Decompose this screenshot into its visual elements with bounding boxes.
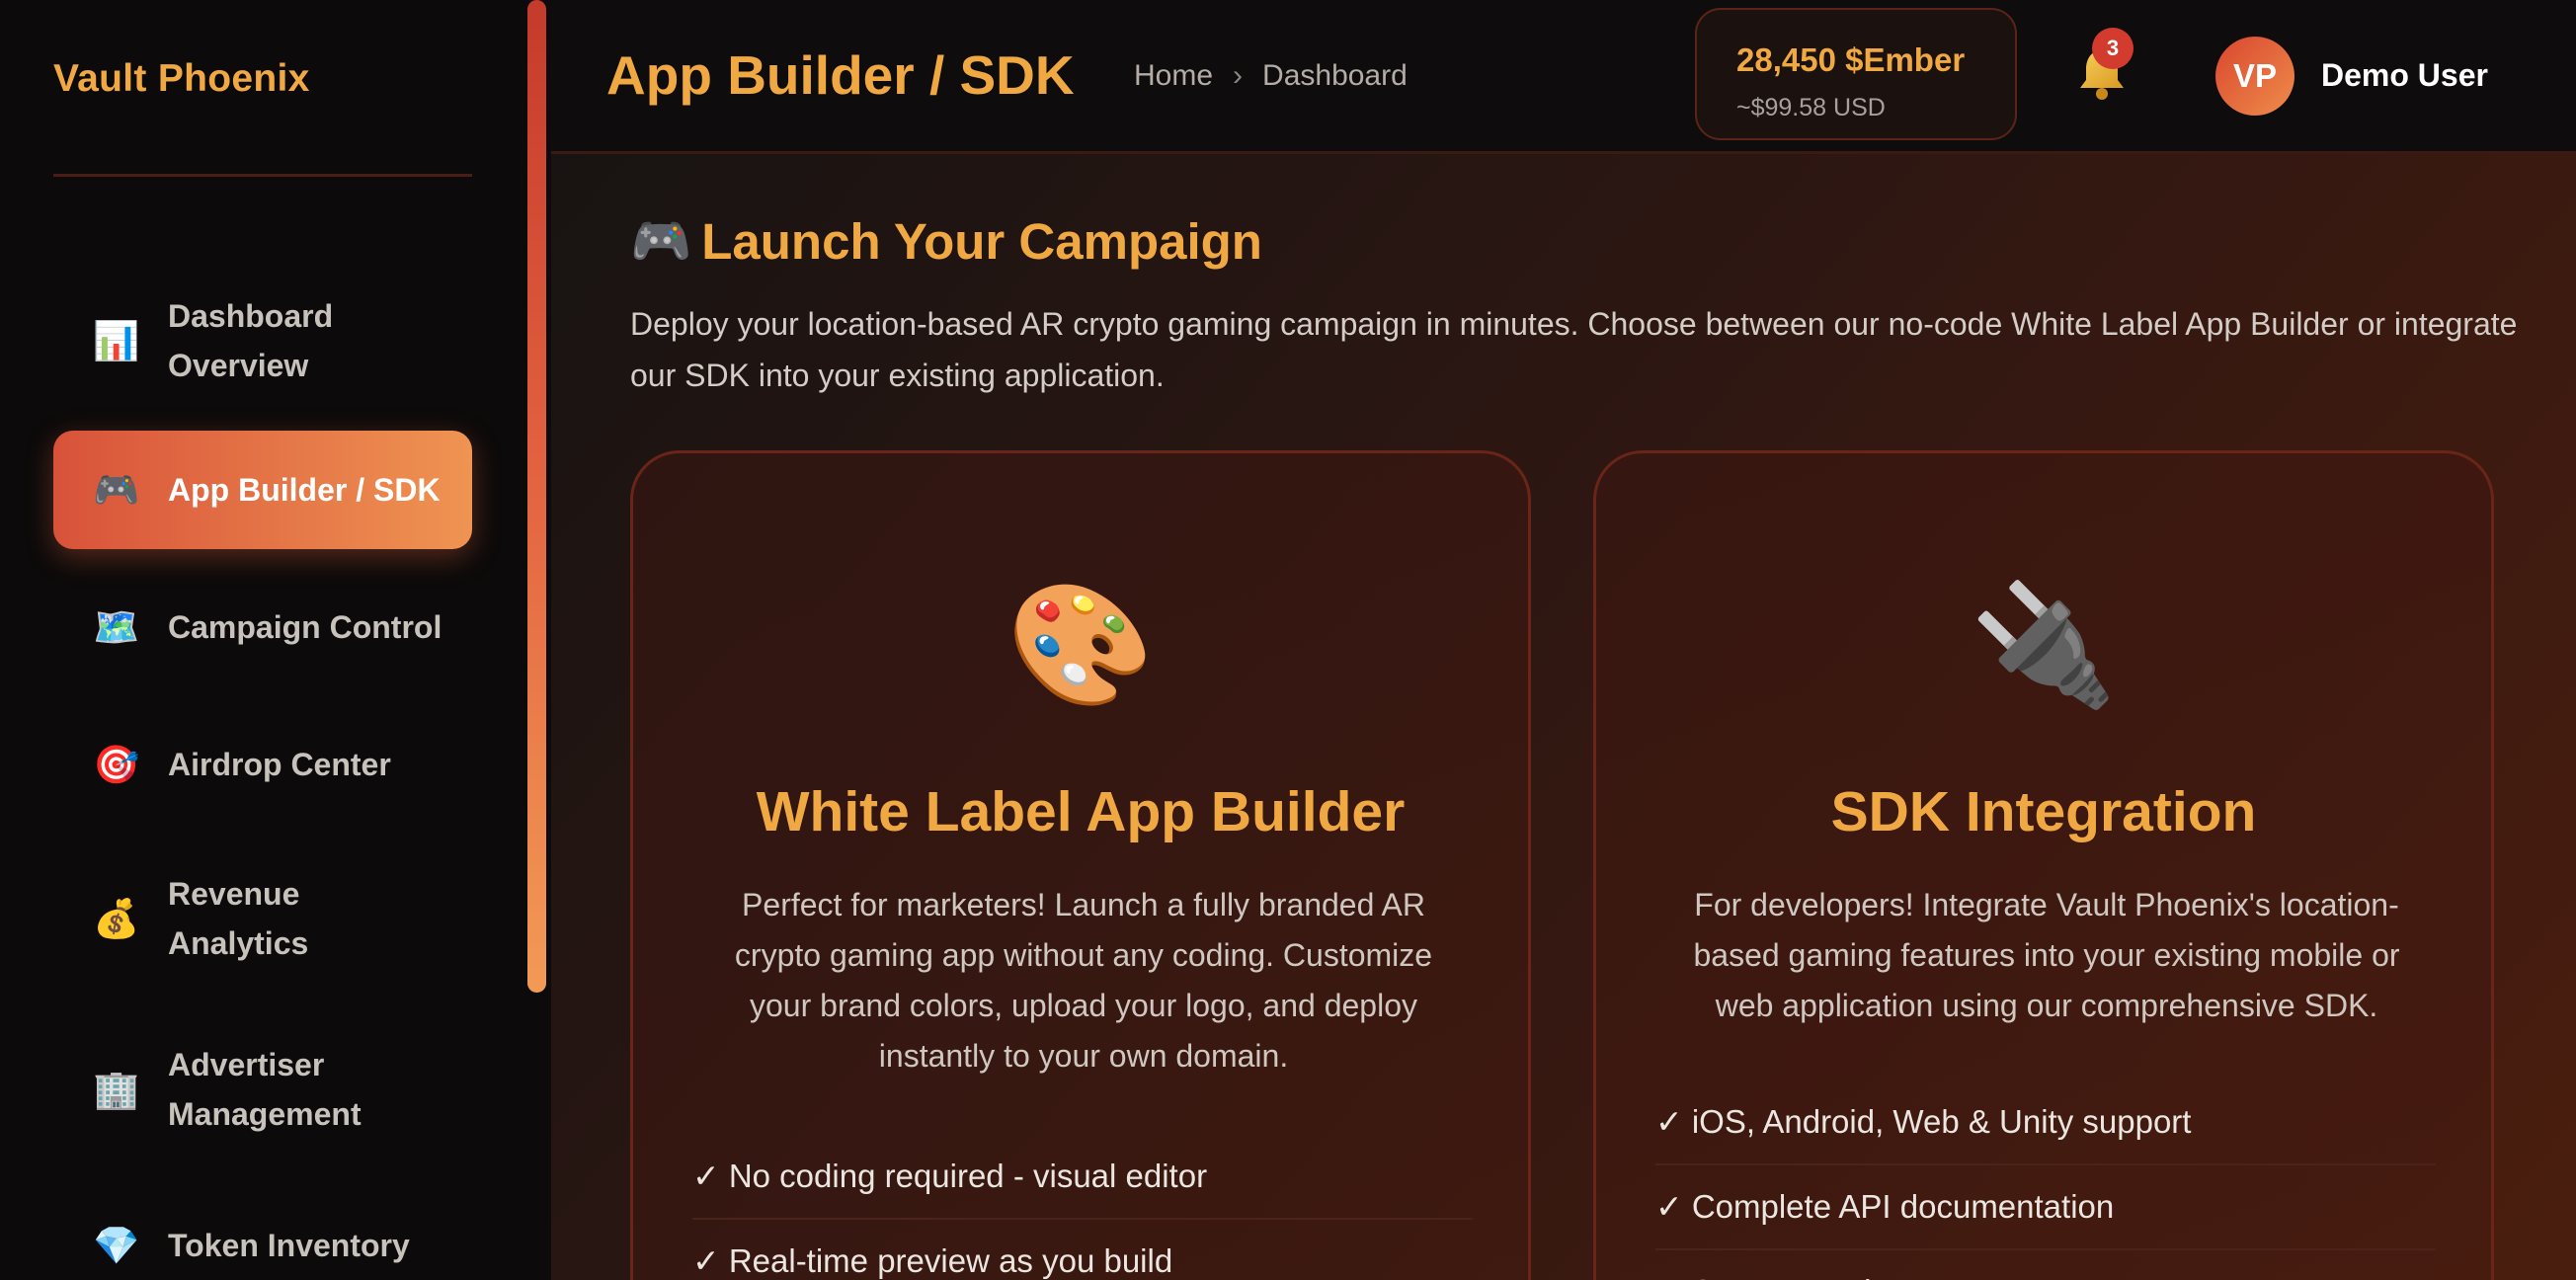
sidebar-item-campaign-control[interactable]: 🗺️ Campaign Control — [53, 602, 472, 652]
sidebar-item-label: Dashboard Overview — [168, 298, 334, 383]
plug-icon: 🔌 — [1970, 577, 2118, 714]
section-description: Deploy your location-based AR crypto gam… — [630, 306, 2518, 393]
sidebar-item-revenue-analytics[interactable]: 💰 Revenue Analytics — [53, 869, 472, 968]
breadcrumb: Home › Dashboard — [1134, 59, 1408, 93]
target-icon: 🎯 — [93, 743, 140, 786]
feature-item: ✓ Complete API documentation — [1655, 1165, 2436, 1250]
section-title: Launch Your Campaign — [701, 213, 1262, 270]
sidebar-scrollbar-thumb[interactable] — [527, 0, 546, 993]
card-title: White Label App Builder — [756, 780, 1406, 843]
top-bar: App Builder / SDK Home › Dashboard 28,45… — [551, 0, 2576, 154]
sidebar-item-token-inventory[interactable]: 💎 Token Inventory — [53, 1221, 472, 1270]
balance-amount: 28,450 $Ember — [1736, 41, 1966, 78]
sidebar-item-app-builder-sdk[interactable]: 🎮 App Builder / SDK — [53, 431, 472, 549]
feature-list: ✓ iOS, Android, Web & Unity support ✓ Co… — [1655, 1080, 2436, 1280]
breadcrumb-home[interactable]: Home — [1134, 59, 1213, 93]
card-title: SDK Integration — [1830, 780, 2257, 843]
feature-item: ✓ No coding required - visual editor — [692, 1135, 1473, 1220]
feature-list: ✓ No coding required - visual editor ✓ R… — [692, 1135, 1473, 1280]
palette-icon: 🎨 — [1006, 577, 1155, 714]
app-root: Vault Phoenix 📊 Dashboard Overview 🎮 App… — [0, 0, 2576, 1280]
brand-logo[interactable]: Vault Phoenix — [53, 57, 310, 101]
game-controller-icon: 🎮 — [93, 468, 140, 512]
sidebar-item-label: Revenue Analytics — [168, 876, 309, 961]
user-name[interactable]: Demo User — [2321, 57, 2488, 94]
main-content: App Builder / SDK Home › Dashboard 28,45… — [551, 0, 2576, 1280]
brand-divider — [53, 174, 472, 177]
token-balance-card[interactable]: 28,450 $Ember ~$99.58 USD — [1695, 8, 2017, 140]
money-bag-icon: 💰 — [93, 897, 140, 940]
sidebar-item-label: Token Inventory — [168, 1228, 410, 1263]
sidebar-item-label: Advertiser Management — [168, 1047, 362, 1132]
breadcrumb-dashboard[interactable]: Dashboard — [1262, 59, 1408, 93]
notification-count-badge: 3 — [2092, 28, 2133, 69]
white-label-app-builder-card[interactable]: 🎨 White Label App Builder Perfect for ma… — [630, 450, 1531, 1280]
sidebar-item-label: Airdrop Center — [168, 747, 391, 782]
chart-icon: 📊 — [93, 319, 140, 362]
gem-icon: 💎 — [93, 1224, 140, 1267]
sidebar-item-dashboard-overview[interactable]: 📊 Dashboard Overview — [53, 286, 472, 395]
card-description: For developers! Integrate Vault Phoenix'… — [1693, 887, 2400, 1023]
sdk-integration-card[interactable]: 🔌 SDK Integration For developers! Integr… — [1593, 450, 2494, 1280]
section-header: 🎮 Launch Your Campaign — [630, 212, 1262, 271]
breadcrumb-separator: › — [1233, 59, 1244, 92]
feature-item: ✓ iOS, Android, Web & Unity support — [1655, 1080, 2436, 1165]
sidebar-item-advertiser-management[interactable]: 🏢 Advertiser Management — [53, 1040, 472, 1139]
map-icon: 🗺️ — [93, 605, 140, 649]
page-title: App Builder / SDK — [606, 44, 1075, 106]
sidebar-item-label: App Builder / SDK — [168, 472, 441, 508]
sidebar-item-label: Campaign Control — [168, 609, 443, 645]
office-building-icon: 🏢 — [93, 1068, 140, 1111]
feature-item: ✓ Real-time preview as you build — [692, 1242, 1173, 1279]
sidebar-item-airdrop-center[interactable]: 🎯 Airdrop Center — [53, 740, 472, 789]
game-controller-icon: 🎮 — [630, 212, 692, 270]
feature-item: ✓ Secure API key management — [1655, 1250, 2436, 1280]
card-description: Perfect for marketers! Launch a fully br… — [734, 887, 1433, 1074]
sidebar: Vault Phoenix 📊 Dashboard Overview 🎮 App… — [0, 0, 548, 1280]
avatar[interactable]: VP — [2215, 37, 2294, 116]
balance-usd: ~$99.58 USD — [1736, 94, 1886, 121]
